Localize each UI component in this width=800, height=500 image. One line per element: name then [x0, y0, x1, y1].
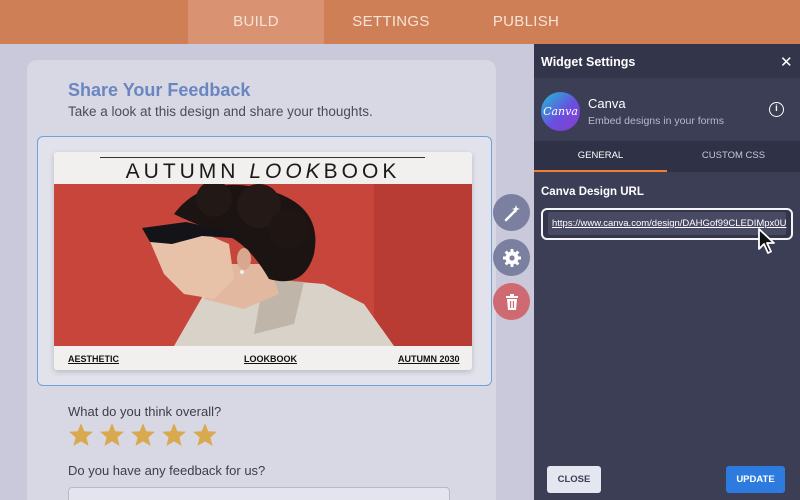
tab-custom-css[interactable]: CUSTOM CSS [667, 141, 800, 172]
question-overall-label: What do you think overall? [68, 404, 222, 419]
lookbook-footer-aesthetic: AESTHETIC [68, 354, 120, 364]
app-description: Embed designs in your forms [588, 115, 724, 127]
canva-design-preview: AUTUMN LOOKBOOK AESTHETIC LOOKBOOK AUTUM… [54, 152, 472, 370]
magic-wand-button[interactable] [493, 194, 530, 231]
lookbook-rule [100, 157, 425, 158]
delete-button[interactable] [493, 283, 530, 320]
lookbook-photo [54, 184, 472, 346]
info-icon[interactable]: i [769, 102, 784, 117]
widget-settings-panel: Widget Settings ✕ Canva Canva Embed desi… [534, 44, 800, 500]
star-icon[interactable] [161, 422, 187, 447]
star-icon[interactable] [192, 422, 218, 447]
star-icon[interactable] [99, 422, 125, 447]
star-icon[interactable] [130, 422, 156, 447]
top-nav: BUILD SETTINGS PUBLISH [0, 0, 800, 44]
tab-build[interactable]: BUILD [188, 0, 324, 44]
lookbook-footer-autumn: AUTUMN 2030 [398, 354, 460, 364]
star-icon[interactable] [68, 422, 94, 447]
url-field-label: Canva Design URL [541, 186, 644, 198]
canva-logo: Canva [541, 92, 580, 131]
settings-button[interactable] [493, 239, 530, 276]
lookbook-title: AUTUMN LOOKBOOK [125, 160, 401, 183]
lookbook-footer-lookbook: LOOKBOOK [244, 354, 297, 364]
close-button[interactable]: CLOSE [547, 466, 601, 493]
url-input-inner: https://www.canva.com/design/DAHGof99CLE… [548, 212, 786, 235]
form-title[interactable]: Share Your Feedback [68, 80, 250, 101]
star-rating[interactable] [68, 422, 218, 447]
app-name: Canva [588, 96, 626, 111]
form-subtitle[interactable]: Take a look at this design and share you… [68, 104, 373, 119]
mouse-cursor-icon [758, 228, 775, 254]
magic-wand-icon [504, 204, 520, 221]
tab-general[interactable]: GENERAL [534, 141, 667, 172]
close-icon[interactable]: ✕ [780, 53, 793, 71]
canva-url-input[interactable]: https://www.canva.com/design/DAHGof99CLE… [541, 208, 793, 240]
gear-icon [502, 248, 521, 267]
url-value: https://www.canva.com/design/DAHGof99CLE… [552, 218, 787, 229]
panel-tabs: GENERAL CUSTOM CSS [534, 141, 800, 172]
tab-settings[interactable]: SETTINGS [331, 0, 451, 44]
feedback-input[interactable] [68, 487, 450, 500]
update-button[interactable]: UPDATE [726, 466, 785, 493]
panel-title: Widget Settings [541, 55, 636, 69]
tab-publish[interactable]: PUBLISH [466, 0, 586, 44]
trash-icon [505, 293, 518, 310]
question-feedback-label: Do you have any feedback for us? [68, 463, 266, 478]
